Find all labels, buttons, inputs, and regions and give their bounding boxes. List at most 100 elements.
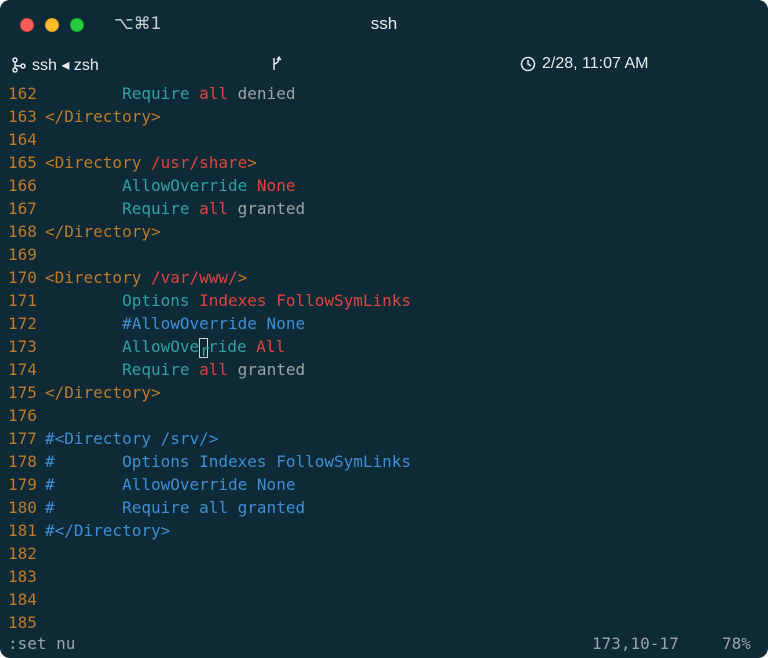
code-token: granted bbox=[228, 199, 306, 218]
line-code: #</Directory> bbox=[45, 521, 170, 540]
editor-line[interactable]: 174 Require all granted bbox=[0, 358, 305, 381]
editor-line[interactable]: 178 # Options Indexes FollowSymLinks bbox=[0, 450, 411, 473]
code-token: </Directory> bbox=[45, 383, 161, 402]
line-number: 170 bbox=[8, 268, 37, 287]
line-code: Require all granted bbox=[45, 199, 305, 218]
code-token: Options bbox=[122, 291, 200, 310]
datetime-label: 2/28, 11:07 AM bbox=[542, 55, 649, 72]
line-code: <Directory /var/www/> bbox=[45, 268, 247, 287]
line-code: # Require all granted bbox=[45, 498, 305, 517]
editor-area[interactable]: 162 Require all denied 163 </Directory> 164… bbox=[0, 82, 768, 632]
datetime-display: 2/28, 11:07 AM bbox=[520, 55, 648, 73]
code-token: # AllowOverride None bbox=[45, 475, 296, 494]
editor-line[interactable]: 179 # AllowOverride None bbox=[0, 473, 295, 496]
line-number: 181 bbox=[8, 521, 37, 540]
code-token: All bbox=[256, 337, 286, 356]
code-token: > bbox=[247, 153, 257, 172]
line-code: </Directory> bbox=[45, 383, 161, 402]
editor-line[interactable]: 168 </Directory> bbox=[0, 220, 161, 243]
line-code: # AllowOverride None bbox=[45, 475, 295, 494]
code-token: #<Directory /srv/> bbox=[45, 429, 219, 448]
code-token: > bbox=[237, 268, 248, 287]
code-token: Require bbox=[122, 84, 200, 103]
tab-bar: ssh ◂ zsh 2/28, 11:07 AM bbox=[0, 48, 768, 82]
editor-line[interactable]: 182 bbox=[0, 542, 45, 565]
line-code: </Directory> bbox=[45, 107, 161, 126]
line-number: 173 bbox=[8, 337, 37, 356]
line-code: Options Indexes FollowSymLinks bbox=[45, 291, 411, 310]
code-token: None bbox=[256, 176, 296, 195]
editor-line[interactable]: 169 bbox=[0, 243, 45, 266]
editor-line[interactable]: 170 <Directory /var/www/> bbox=[0, 266, 247, 289]
code-token: </Directory> bbox=[45, 222, 161, 241]
line-number: 162 bbox=[8, 84, 37, 103]
editor-line[interactable]: 173 AllowOverride All bbox=[0, 335, 286, 360]
command-line[interactable]: :set nu bbox=[8, 634, 75, 653]
line-number: 171 bbox=[8, 291, 37, 310]
editor-line[interactable]: 171 Options Indexes FollowSymLinks bbox=[0, 289, 411, 312]
line-number: 180 bbox=[8, 498, 37, 517]
code-token: all bbox=[199, 360, 229, 379]
editor-line[interactable]: 176 bbox=[0, 404, 45, 427]
code-token: Require bbox=[122, 360, 200, 379]
text-cursor: r bbox=[199, 338, 210, 360]
editor-line[interactable]: 162 Require all denied bbox=[0, 82, 295, 105]
editor-line[interactable]: 181 #</Directory> bbox=[0, 519, 170, 542]
git-branch-icon bbox=[270, 55, 282, 77]
line-number: 168 bbox=[8, 222, 37, 241]
line-number: 167 bbox=[8, 199, 37, 218]
line-number: 178 bbox=[8, 452, 37, 471]
code-token: #</Directory> bbox=[45, 521, 171, 540]
line-number: 166 bbox=[8, 176, 37, 195]
title-bar[interactable]: ⌥⌘1 ssh bbox=[0, 0, 768, 48]
editor-line[interactable]: 177 #<Directory /srv/> bbox=[0, 427, 218, 450]
line-number: 176 bbox=[8, 406, 37, 425]
code-token: # Require all granted bbox=[45, 498, 306, 517]
editor-line[interactable]: 183 bbox=[0, 565, 45, 588]
line-number: 179 bbox=[8, 475, 37, 494]
line-code: Require all granted bbox=[45, 360, 305, 379]
line-number: 182 bbox=[8, 544, 37, 563]
line-number: 184 bbox=[8, 590, 37, 609]
line-code: AllowOverride All bbox=[45, 337, 286, 360]
code-token: # Options Indexes FollowSymLinks bbox=[45, 452, 412, 471]
editor-line[interactable]: 165 <Directory /usr/share> bbox=[0, 151, 257, 174]
code-token: all bbox=[199, 199, 229, 218]
line-code: AllowOverride None bbox=[45, 176, 295, 195]
line-code: <Directory /usr/share> bbox=[45, 153, 257, 172]
code-token: #AllowOverride None bbox=[122, 314, 306, 333]
editor-line[interactable]: 172 #AllowOverride None bbox=[0, 312, 305, 335]
code-token: /usr/share bbox=[150, 153, 248, 172]
status-bar: :set nu 173,10-17 78% bbox=[0, 630, 768, 658]
line-number: 165 bbox=[8, 153, 37, 172]
code-token: /var/www/ bbox=[150, 268, 238, 287]
code-token: AllowOve bbox=[122, 337, 200, 356]
editor-line[interactable]: 163 </Directory> bbox=[0, 105, 161, 128]
scroll-percent: 78% bbox=[722, 634, 751, 653]
code-token: <Directory bbox=[45, 153, 151, 172]
code-token: </Directory> bbox=[45, 107, 161, 126]
line-code: #<Directory /srv/> bbox=[45, 429, 218, 448]
code-token: <Directory bbox=[45, 268, 151, 287]
line-number: 169 bbox=[8, 245, 37, 264]
editor-line[interactable]: 184 bbox=[0, 588, 45, 611]
editor-line[interactable]: 167 Require all granted bbox=[0, 197, 305, 220]
code-token: Require bbox=[122, 199, 200, 218]
terminal-window: ⌥⌘1 ssh ssh ◂ zsh 2/28, 11:07 AM 162 Req… bbox=[0, 0, 768, 658]
editor-line[interactable]: 175 </Directory> bbox=[0, 381, 161, 404]
editor-line[interactable]: 166 AllowOverride None bbox=[0, 174, 295, 197]
session-tab[interactable]: ssh ◂ zsh bbox=[12, 55, 99, 75]
editor-line[interactable]: 164 bbox=[0, 128, 45, 151]
cursor-position: 173,10-17 bbox=[592, 634, 679, 653]
code-token: Indexes FollowSymLinks bbox=[199, 291, 412, 310]
line-code: </Directory> bbox=[45, 222, 161, 241]
code-token: denied bbox=[228, 84, 296, 103]
editor-line[interactable]: 180 # Require all granted bbox=[0, 496, 305, 519]
branch-icon bbox=[12, 57, 26, 73]
